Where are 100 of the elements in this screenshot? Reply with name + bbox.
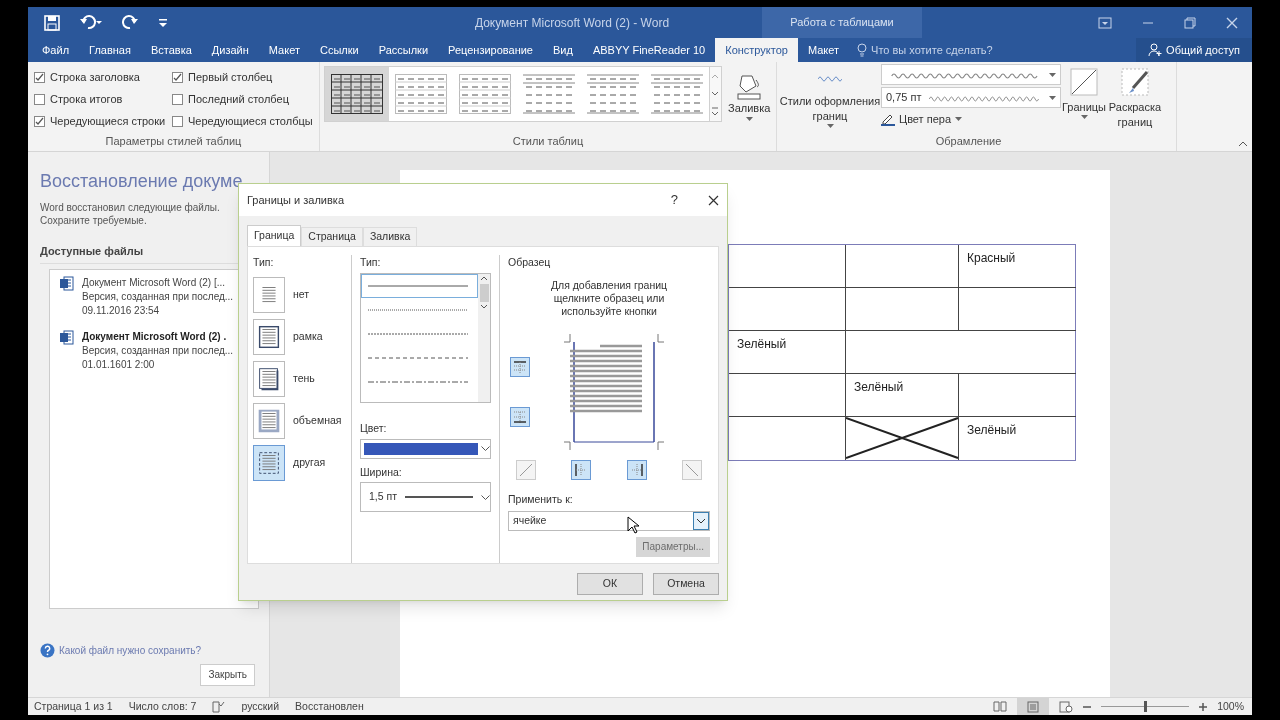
table-style-thumbnail[interactable] <box>331 74 383 114</box>
checkbox-label[interactable]: Чередующиеся строки <box>50 113 166 130</box>
checkbox[interactable] <box>34 93 45 105</box>
close-button[interactable]: Закрыть <box>200 663 255 686</box>
border-preview-drawing[interactable] <box>564 333 664 450</box>
page-count[interactable]: Страница 1 из 1 <box>34 698 113 715</box>
ribbon-tab[interactable]: Рецензирование <box>438 38 543 62</box>
width-dropdown[interactable]: 1,5 пт <box>360 482 491 513</box>
lightbulb-icon <box>857 43 868 57</box>
redo-icon[interactable] <box>122 14 138 31</box>
left-border-button-icon[interactable] <box>571 459 592 480</box>
restore-icon[interactable] <box>1184 16 1196 29</box>
bottom-border-button-icon[interactable] <box>510 406 530 427</box>
ribbon-display-icon[interactable] <box>1098 16 1112 29</box>
border-setting-button[interactable] <box>253 360 285 397</box>
zoom-slider[interactable] <box>1101 701 1190 712</box>
border-setting-button[interactable] <box>253 444 285 481</box>
file-item[interactable]: Документ Microsoft Word (2) [... Версия, созданная при послед... 09.11.2016 23:54 <box>60 275 258 318</box>
cancel-button[interactable]: Отмена <box>653 573 719 595</box>
line-sample-icon <box>368 307 468 312</box>
diagonal-border-icon <box>1070 68 1098 96</box>
dialog-tab[interactable]: Страница <box>301 227 363 246</box>
table-style-thumbnail[interactable] <box>651 74 703 114</box>
proofing-icon[interactable] <box>212 700 226 713</box>
field-label: Тип: <box>360 255 382 270</box>
right-border-button-icon[interactable] <box>626 459 647 480</box>
word-document-icon <box>60 275 74 291</box>
setting-label: рамка <box>293 328 323 344</box>
ribbon-tab[interactable]: ABBYY FineReader 10 <box>582 38 716 62</box>
checkbox[interactable] <box>172 93 183 105</box>
ok-button[interactable]: ОК <box>577 573 643 595</box>
checkbox[interactable] <box>34 115 45 127</box>
border-painter-button[interactable]: Раскраска границ <box>1107 64 1163 130</box>
file-name: Документ Microsoft Word (2) [... <box>82 275 227 290</box>
checkbox[interactable] <box>34 71 45 83</box>
ribbon-tab[interactable]: Вставка <box>140 38 202 62</box>
table-style-thumbnail[interactable] <box>459 74 511 114</box>
pen-icon <box>881 112 895 126</box>
ribbon-tab[interactable]: Конструктор <box>715 38 798 62</box>
checkbox[interactable] <box>172 71 183 83</box>
checkbox-label[interactable]: Последний столбец <box>188 91 289 108</box>
table-style-thumbnail[interactable] <box>523 74 575 114</box>
ribbon-tab[interactable]: Макет <box>797 38 850 62</box>
checkbox-label[interactable]: Строка заголовка <box>50 68 140 86</box>
dialog-tab[interactable]: Граница <box>247 225 302 246</box>
zoom-level[interactable]: 100% <box>1217 698 1246 715</box>
caret-icon <box>745 116 753 121</box>
border-setting-button[interactable] <box>253 318 285 355</box>
save-icon[interactable] <box>44 14 60 31</box>
zoom-in-icon[interactable] <box>1199 702 1208 711</box>
help-button[interactable]: ? <box>670 190 678 210</box>
scrollbar-thumb[interactable] <box>479 283 489 302</box>
chevron-down-icon <box>481 494 490 500</box>
pen-weight-dropdown[interactable]: 0,75 пт <box>881 87 1061 108</box>
diagonal-up-button-icon[interactable] <box>516 459 536 480</box>
web-layout-icon[interactable] <box>1059 700 1074 713</box>
language[interactable]: русский <box>241 698 280 715</box>
dialog-tab[interactable]: Заливка <box>362 227 418 246</box>
person-add-icon <box>1148 43 1163 57</box>
checkbox-label[interactable]: Строка итогов <box>50 91 123 108</box>
word-count[interactable]: Число слов: 7 <box>128 698 197 715</box>
table-style-thumbnail[interactable] <box>587 74 639 114</box>
file-item[interactable]: Документ Microsoft Word (2) . Версия, созданная при послед... 01.01.1601 2:00 <box>60 329 258 372</box>
zoom-slider-thumb[interactable] <box>1143 701 1147 712</box>
table-style-thumbnail[interactable] <box>395 74 447 114</box>
close-icon[interactable] <box>708 194 719 206</box>
ribbon-tab[interactable]: Главная <box>79 38 141 62</box>
pane-description: Word восстановил следующие файлы. Сохраните требуемые. <box>40 201 221 227</box>
checkbox[interactable] <box>172 115 183 127</box>
ribbon-tab[interactable]: Дизайн <box>201 38 259 62</box>
undo-icon[interactable] <box>80 14 102 31</box>
share-button[interactable]: Общий доступ <box>1136 38 1252 62</box>
diagonal-down-button-icon[interactable] <box>682 459 702 480</box>
ribbon-tab[interactable]: Файл <box>32 38 80 62</box>
shading-button[interactable]: Заливка <box>728 66 771 121</box>
caret-icon <box>955 117 962 121</box>
ribbon-tab[interactable]: Ссылки <box>309 38 369 62</box>
window-title: Документ Microsoft Word (2) - Word <box>473 14 671 32</box>
checkbox-label[interactable]: Чередующиеся столбцы <box>188 113 313 130</box>
table-cell: Зелёный <box>846 374 959 417</box>
checkbox-label[interactable]: Первый столбец <box>188 68 273 86</box>
color-dropdown[interactable] <box>360 438 491 459</box>
pen-color-button[interactable]: Цвет пера <box>881 110 1061 128</box>
borders-button[interactable]: Границы <box>1061 64 1107 119</box>
apply-to-dropdown[interactable]: ячейке <box>508 510 710 531</box>
customize-toolbar-icon[interactable] <box>158 16 168 29</box>
line-style-dropdown[interactable] <box>881 64 1061 85</box>
chevron-down-icon <box>481 446 490 451</box>
field-label: Цвет: <box>360 420 388 436</box>
section-label: Образец <box>508 255 552 270</box>
ribbon-tab[interactable]: Рассылки <box>368 38 439 62</box>
top-border-button-icon[interactable] <box>510 356 530 377</box>
collapse-ribbon-icon[interactable] <box>1238 141 1248 147</box>
ribbon-tab[interactable]: Вид <box>543 38 583 62</box>
help-link[interactable]: Какой файл нужно сохранить? <box>59 642 202 658</box>
border-styles-button[interactable]: Стили оформления границ <box>779 64 881 128</box>
ribbon-tab[interactable]: Макет <box>258 38 310 62</box>
tell-me-search[interactable]: Что вы хотите сделать? <box>871 41 993 59</box>
field-label: Ширина: <box>360 464 403 480</box>
read-mode-icon[interactable] <box>993 701 1008 712</box>
